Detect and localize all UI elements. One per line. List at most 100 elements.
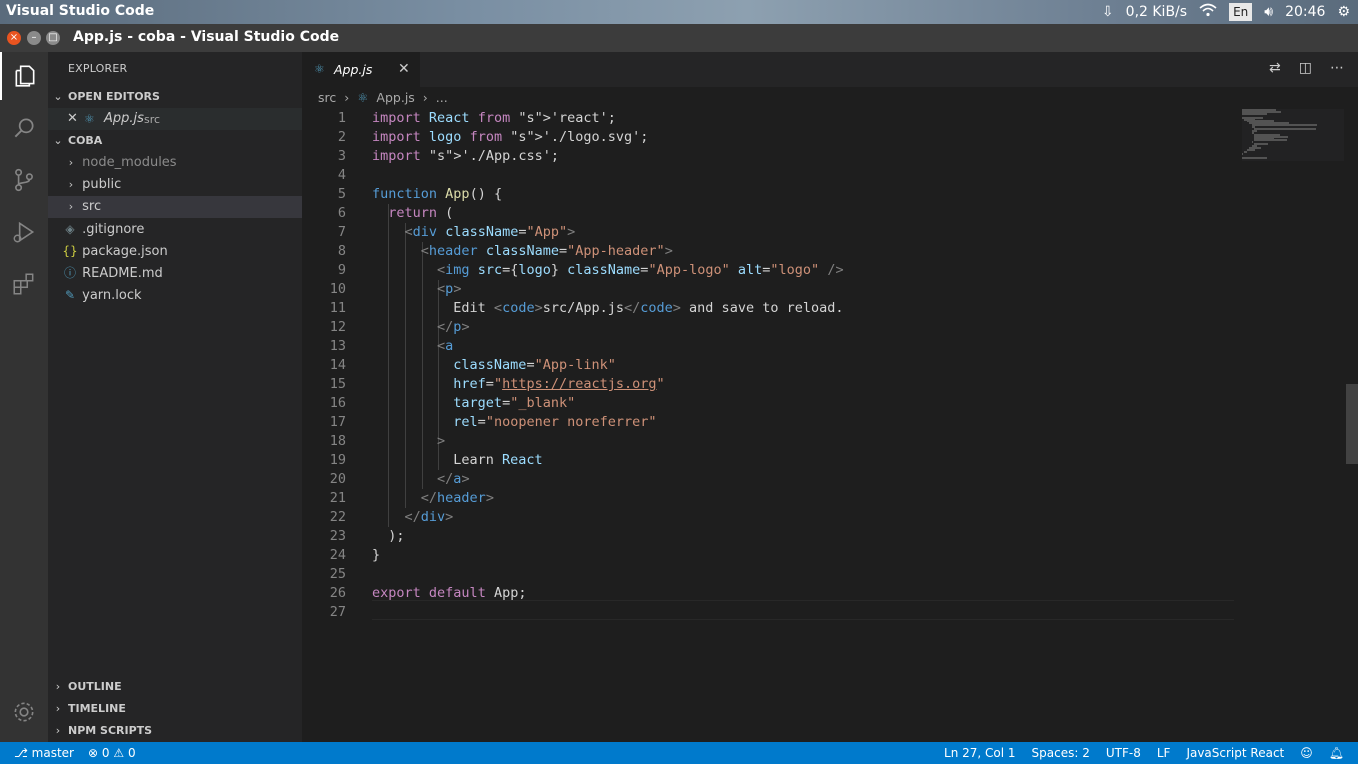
code-text: <header className="App-header"> (420, 243, 673, 259)
tab-app-js[interactable]: ⚛ App.js ✕ (302, 52, 420, 87)
close-icon[interactable]: ✕ (398, 61, 410, 77)
split-editor-icon[interactable]: ◫ (1299, 60, 1312, 76)
code-line[interactable]: 25 (302, 565, 1242, 584)
code-line[interactable]: 11 Edit <code>src/App.js</code> and save… (302, 299, 1242, 318)
problems-indicator[interactable]: ⊗ 0 ⚠ 0 (88, 742, 136, 764)
code-line[interactable]: 6 return ( (302, 204, 1242, 223)
code-line[interactable]: 4 (302, 166, 1242, 185)
code-line[interactable]: 8 <header className="App-header"> (302, 242, 1242, 261)
line-number: 12 (329, 319, 346, 335)
explorer-icon[interactable] (0, 52, 48, 100)
code-line[interactable]: 23 ); (302, 527, 1242, 546)
code-line[interactable]: 3 import "s">'./App.css'; (302, 147, 1242, 166)
close-window-button[interactable]: × (7, 31, 21, 45)
code-line[interactable]: 7 <div className="App"> (302, 223, 1242, 242)
keyboard-lang[interactable]: En (1229, 3, 1253, 21)
code-line[interactable]: 27 (302, 603, 1242, 622)
line-number: 14 (329, 357, 346, 373)
chevron-down-icon: ⌄ (53, 90, 63, 103)
code-line[interactable]: 12 </p> (302, 318, 1242, 337)
npm-scripts-section[interactable]: › NPM SCRIPTS (48, 720, 302, 742)
code-line[interactable]: 9 <img src={logo} className="App-logo" a… (302, 261, 1242, 280)
code-line[interactable]: 15 href="https://reactjs.org" (302, 375, 1242, 394)
code-line[interactable]: 26 export default App; (302, 584, 1242, 603)
code-line[interactable]: 22 </div> (302, 508, 1242, 527)
line-number: 17 (329, 414, 346, 430)
react-file-icon: ⚛ (314, 62, 325, 76)
code-line[interactable]: 10 <p> (302, 280, 1242, 299)
branch-indicator[interactable]: ⎇ master (14, 742, 74, 764)
net-speed[interactable]: 0,2 KiB/s (1126, 4, 1187, 20)
breadcrumb-more[interactable]: ... (436, 90, 448, 105)
net-down-icon: ⇩ (1101, 4, 1114, 20)
language-mode[interactable]: JavaScript React (1186, 742, 1284, 764)
code-line[interactable]: 24} (302, 546, 1242, 565)
code-line[interactable]: 21 </header> (302, 489, 1242, 508)
wifi-icon[interactable] (1199, 3, 1217, 21)
maximize-window-button[interactable]: □ (46, 31, 60, 45)
tree-item-gitignore[interactable]: ◈ .gitignore (48, 218, 302, 240)
code-line[interactable]: 18 > (302, 432, 1242, 451)
clock[interactable]: 20:46 (1285, 4, 1325, 20)
code-text: import React from "s">'react'; (372, 110, 616, 126)
notifications-bell-icon[interactable]: 🔔︎ (1329, 742, 1344, 764)
os-top-bar: Visual Studio Code ⇩ 0,2 KiB/s En 🔊︎ 20:… (0, 0, 1358, 24)
code-line[interactable]: 14 className="App-link" (302, 356, 1242, 375)
settings-gear-icon[interactable] (0, 688, 48, 736)
indentation[interactable]: Spaces: 2 (1032, 742, 1090, 764)
code-line[interactable]: 5 function App() { (302, 185, 1242, 204)
window-title: App.js - coba - Visual Studio Code (73, 29, 340, 45)
code-text: function App() { (372, 186, 503, 202)
code-line[interactable]: 20 </a> (302, 470, 1242, 489)
code-editor[interactable]: 1 import React from "s">'react'; 2 import l… (302, 109, 1358, 742)
tree-item-readme[interactable]: ⓘ README.md (48, 262, 302, 284)
code-line[interactable]: 13 <a (302, 337, 1242, 356)
outline-section[interactable]: › OUTLINE (48, 676, 302, 698)
tree-item-node-modules[interactable]: › node_modules (48, 152, 302, 174)
minimap[interactable] (1242, 109, 1344, 161)
source-control-icon[interactable] (0, 156, 48, 204)
code-line[interactable]: 19 Learn React (302, 451, 1242, 470)
line-number: 16 (329, 395, 346, 411)
react-file-icon: ⚛ (357, 90, 369, 105)
timeline-section[interactable]: › TIMELINE (48, 698, 302, 720)
editor-scrollbar[interactable] (1344, 109, 1358, 742)
volume-icon[interactable]: 🔊︎ (1264, 4, 1273, 20)
code-text: className="App-link" (453, 357, 616, 373)
cursor-position[interactable]: Ln 27, Col 1 (944, 742, 1016, 764)
chevron-right-icon: › (344, 90, 350, 105)
open-editors-header[interactable]: ⌄ OPEN EDITORS (48, 86, 302, 108)
tree-item-yarn-lock[interactable]: ✎ yarn.lock (48, 284, 302, 306)
line-number: 13 (329, 338, 346, 354)
branch-name: master (31, 746, 74, 760)
power-icon[interactable]: ⚙︎ (1337, 4, 1350, 20)
code-line[interactable]: 2 import logo from "s">'./logo.svg'; (302, 128, 1242, 147)
encoding[interactable]: UTF-8 (1106, 742, 1141, 764)
run-debug-icon[interactable] (0, 208, 48, 256)
end-of-line[interactable]: LF (1157, 742, 1171, 764)
minimap-line (1246, 148, 1255, 151)
scrollbar-thumb[interactable] (1346, 384, 1358, 464)
breadcrumb-file[interactable]: App.js (376, 90, 414, 105)
minimap-line (1242, 112, 1267, 115)
search-icon[interactable] (0, 104, 48, 152)
code-line[interactable]: 17 rel="noopener noreferrer" (302, 413, 1242, 432)
open-editor-item[interactable]: ✕ ⚛ App.js src (48, 108, 302, 130)
tree-item-src[interactable]: › src (48, 196, 302, 218)
git-icon: ◈ (65, 222, 75, 236)
extensions-icon[interactable] (0, 260, 48, 308)
open-changes-icon[interactable]: ⇄ (1269, 60, 1281, 76)
tree-item-public[interactable]: › public (48, 174, 302, 196)
close-icon[interactable]: ✕ (67, 108, 78, 130)
more-actions-icon[interactable]: ⋯ (1330, 60, 1344, 76)
code-text: return ( (388, 205, 454, 221)
code-text: rel="noopener noreferrer" (453, 414, 657, 430)
code-line[interactable]: 16 target="_blank" (302, 394, 1242, 413)
minimize-window-button[interactable]: – (27, 31, 41, 45)
tree-item-package-json[interactable]: {} package.json (48, 240, 302, 262)
line-number: 23 (329, 528, 346, 544)
breadcrumb-folder[interactable]: src (318, 90, 336, 105)
code-line[interactable]: 1 import React from "s">'react'; (302, 109, 1242, 128)
folder-header[interactable]: ⌄ COBA (48, 130, 302, 152)
feedback-icon[interactable]: ☺ (1300, 742, 1313, 764)
